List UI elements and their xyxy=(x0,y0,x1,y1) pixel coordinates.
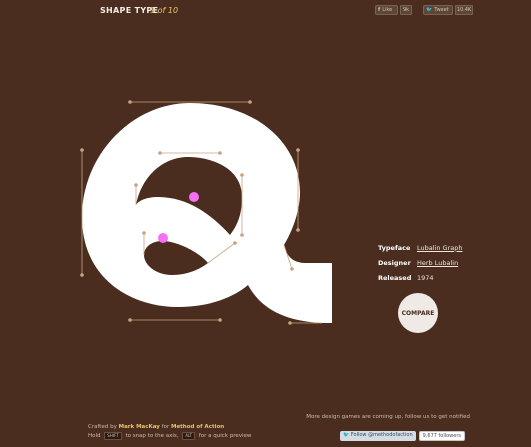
glyph-shape xyxy=(82,103,332,323)
shift-key: SHIFT xyxy=(104,432,122,440)
released-label: Released xyxy=(378,273,412,282)
tweet-label: Tweet xyxy=(434,7,449,13)
active-handle-top[interactable] xyxy=(189,192,199,202)
facebook-icon: f xyxy=(378,7,381,13)
snap-text: to snap to the axis, xyxy=(125,433,179,439)
twitter-follow-icon: 🐦 xyxy=(343,432,350,438)
typeface-label: Typeface xyxy=(378,243,411,252)
studio-link[interactable]: Method of Action xyxy=(171,424,224,430)
like-count: 9k xyxy=(400,5,412,15)
follow-label: Follow @methodofaction xyxy=(350,432,413,438)
hold-text: Hold xyxy=(88,433,101,439)
footer-credits: Crafted by Mark MacKay for Method of Act… xyxy=(88,423,251,441)
facebook-like-button[interactable]: f Like xyxy=(375,5,398,15)
glyph-canvas[interactable] xyxy=(60,85,350,335)
follow-button[interactable]: 🐦 Follow @methodofaction xyxy=(340,431,416,441)
author-link[interactable]: Mark MacKay xyxy=(119,424,160,430)
designer-link[interactable]: Herb Lubalin xyxy=(417,259,458,267)
tweet-count: 10.4K xyxy=(455,5,473,15)
compare-button[interactable]: COMPARE xyxy=(398,293,438,333)
level-counter: 1 of 10 xyxy=(150,6,179,15)
typeface-info: Typeface Lubalin Graph Designer Herb Lub… xyxy=(378,240,462,285)
twitter-icon: 🐦 xyxy=(426,7,433,13)
crafted-prefix: Crafted by xyxy=(88,424,117,430)
for-word: for xyxy=(161,424,170,430)
followers-count: 9,677 followers xyxy=(418,431,466,441)
alt-key: ALT xyxy=(182,432,196,440)
more-games-notice: More design games are coming up, follow … xyxy=(306,414,470,420)
tweet-button[interactable]: 🐦 Tweet xyxy=(423,5,453,15)
typeface-link[interactable]: Lubalin Graph xyxy=(417,244,462,252)
active-handle-bottom[interactable] xyxy=(158,233,168,243)
preview-text: for a quick preview xyxy=(198,433,252,439)
designer-label: Designer xyxy=(378,258,411,267)
released-value: 1974 xyxy=(417,273,434,282)
like-label: Like xyxy=(382,7,393,13)
follow-widget: 🐦 Follow @methodofaction 9,677 followers xyxy=(340,431,466,441)
